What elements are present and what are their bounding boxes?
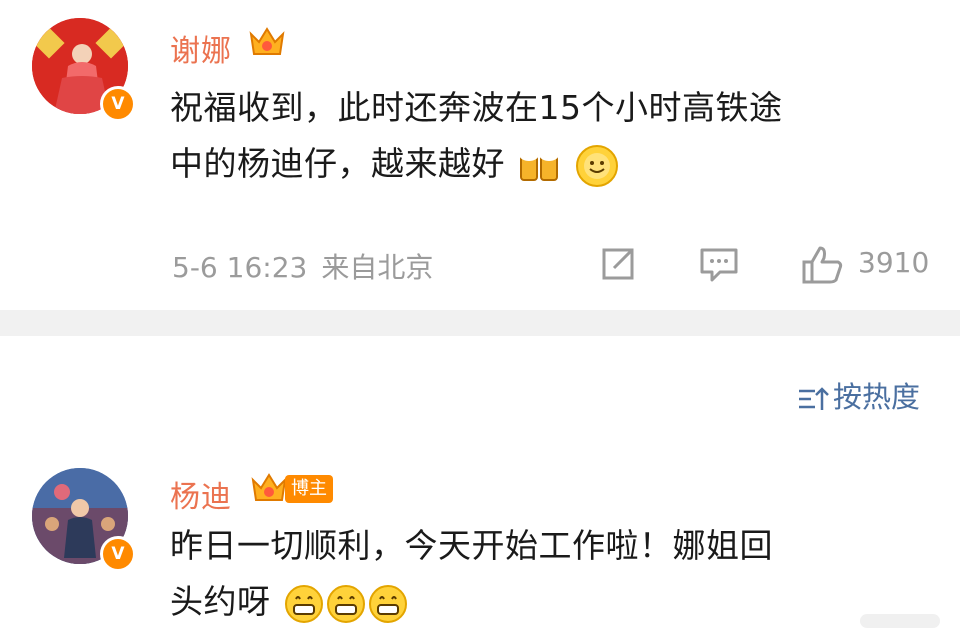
verified-badge-icon: V xyxy=(100,536,136,572)
sort-label: 按热度 xyxy=(832,380,920,414)
comment-meta: 5-6 16:23 来自北京 xyxy=(172,246,447,286)
author-badge: 博主 xyxy=(285,475,333,503)
smile-sun-emoji-icon xyxy=(576,144,618,187)
comment-icon[interactable] xyxy=(698,244,740,284)
sort-icon xyxy=(798,387,829,410)
comment-text: 祝福收到，此时还奔波在15个小时高铁途 中的杨迪仔，越来越好 xyxy=(170,80,930,192)
reply-text: 昨日一切顺利，今天开始工作啦！娜姐回 头约呀 xyxy=(170,518,930,630)
comment-main: V 谢娜 祝福收到，此时还奔波在15个小时高铁途 中的杨迪仔，越来越好 5-6 … xyxy=(0,0,960,310)
share-icon[interactable] xyxy=(598,244,638,284)
comment-line-1: 祝福收到，此时还奔波在15个小时高铁途 xyxy=(170,88,783,127)
grin-emoji-icon xyxy=(284,584,323,623)
like-count: 3910 xyxy=(858,246,930,279)
crown-icon xyxy=(251,473,287,501)
sort-by-hot-button[interactable]: 按热度 xyxy=(797,374,920,416)
source: 来自北京 xyxy=(321,251,434,284)
reply-author-name[interactable]: 杨迪 xyxy=(170,472,232,516)
crown-icon xyxy=(249,27,285,55)
cheers-emoji-icon xyxy=(520,150,558,181)
watermark-logo xyxy=(860,614,940,628)
section-divider xyxy=(0,310,960,336)
author-name[interactable]: 谢娜 xyxy=(170,26,232,70)
timestamp: 5-6 16:23 xyxy=(172,251,308,284)
grin-emoji-icon xyxy=(326,584,365,623)
reply-line-2: 头约呀 xyxy=(170,582,271,621)
like-icon[interactable] xyxy=(800,244,844,286)
comment-line-2: 中的杨迪仔，越来越好 xyxy=(170,144,505,183)
grin-emoji-icon xyxy=(368,584,407,623)
verified-badge-icon: V xyxy=(100,86,136,122)
reply-line-1: 昨日一切顺利，今天开始工作啦！娜姐回 xyxy=(170,526,773,565)
